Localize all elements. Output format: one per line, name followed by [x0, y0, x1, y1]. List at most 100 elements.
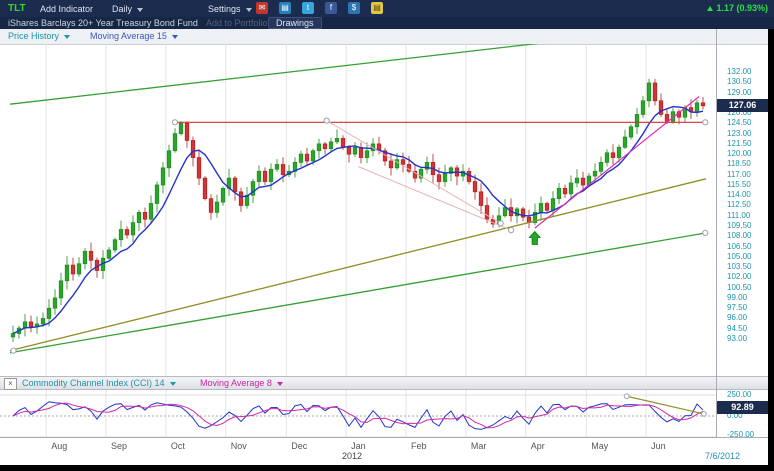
price-tick-label: 115.50	[727, 180, 751, 189]
mail-icon[interactable]: ✉	[256, 2, 268, 14]
up-arrow-annotation[interactable]	[529, 232, 540, 245]
price-tick-label: 118.50	[727, 159, 751, 168]
annotation-handle[interactable]	[703, 120, 708, 125]
cci-ma-label: Moving Average 8	[200, 378, 272, 388]
current-date-label: 7/6/2012	[705, 451, 740, 461]
settings-label: Settings	[208, 4, 241, 14]
price-tick-label: 111.00	[727, 211, 750, 220]
annotation-handle[interactable]	[703, 230, 708, 235]
price-history-label: Price History	[8, 31, 59, 41]
annotation-handle[interactable]	[498, 221, 503, 226]
fund-name: iShares Barclays 20+ Year Treasury Bond …	[8, 18, 198, 28]
stocktwits-icon[interactable]: $	[348, 2, 360, 14]
chevron-down-icon	[172, 35, 178, 39]
last-price-badge: 127.06	[717, 99, 768, 112]
twitter-icon[interactable]: t	[302, 2, 314, 14]
price-tick-label: 97.50	[727, 303, 747, 312]
top-toolbar: TLT Add Indicator Daily Settings ✉▤tf$▤ …	[0, 0, 774, 17]
annotation-handle[interactable]	[172, 120, 177, 125]
toolbar-icons: ✉ ▤ tf $ ▤	[256, 2, 394, 15]
month-label: Nov	[231, 441, 247, 451]
right-frame-strip	[768, 29, 774, 471]
cci-moving-average-line	[13, 403, 703, 428]
moving-average-label: Moving Average 15	[90, 31, 167, 41]
month-label: May	[591, 441, 608, 451]
notes-icon[interactable]: ▤	[371, 2, 383, 14]
price-tick-label: 105.00	[727, 252, 751, 261]
period-dropdown[interactable]: Daily	[112, 4, 143, 14]
annotation-handle[interactable]	[11, 348, 16, 353]
price-tick-label: 94.50	[727, 324, 747, 333]
price-change: 1.17 (0.93%)	[707, 3, 768, 13]
month-label: Feb	[411, 441, 427, 451]
add-indicator-label: Add Indicator	[40, 4, 93, 14]
period-label: Daily	[112, 4, 132, 14]
price-history-dropdown[interactable]: Price History	[8, 31, 70, 41]
price-tick-label: 112.50	[727, 200, 751, 209]
month-label: Aug	[51, 441, 67, 451]
price-axis: 132.00130.50129.00127.50126.00124.50123.…	[717, 44, 768, 376]
price-tick-label: 102.00	[727, 272, 751, 281]
annotation-handle[interactable]	[624, 394, 629, 399]
price-tick-label: 93.00	[727, 334, 747, 343]
month-label: Mar	[471, 441, 487, 451]
chevron-down-icon	[170, 382, 176, 386]
year-label: 2012	[342, 451, 362, 461]
cci-ma-dropdown[interactable]: Moving Average 8	[200, 378, 283, 388]
price-tick-label: 100.50	[727, 283, 751, 292]
up-arrow-icon	[707, 6, 713, 11]
price-tick-label: 124.50	[727, 118, 751, 127]
time-axis: AugSepOctNovDecJanFebMarAprMayJun	[0, 437, 768, 465]
price-tick-label: 120.00	[727, 149, 751, 158]
bottom-frame-strip	[0, 465, 774, 471]
facebook-icon[interactable]: f	[325, 2, 337, 14]
month-label: Jan	[351, 441, 366, 451]
symbol-ticker[interactable]: TLT	[8, 3, 26, 14]
cci-indicator-label: Commodity Channel Index (CCI) 14	[22, 378, 165, 388]
price-tick-label: 96.00	[727, 313, 747, 322]
change-text: 1.17 (0.93%)	[716, 3, 768, 13]
moving-average-dropdown[interactable]: Moving Average 15	[90, 31, 178, 41]
price-chart	[0, 44, 716, 376]
add-to-portfolio-button[interactable]: Add to Portfolio	[206, 18, 268, 28]
close-icon[interactable]: ×	[4, 378, 17, 390]
settings-menu[interactable]: Settings	[208, 4, 252, 14]
month-label: Oct	[171, 441, 185, 451]
annotation-handle[interactable]	[324, 118, 329, 123]
month-label: Dec	[291, 441, 307, 451]
price-tick-label: 117.00	[727, 170, 751, 179]
cci-indicator-dropdown[interactable]: Commodity Channel Index (CCI) 14	[22, 378, 176, 388]
charting-app: TLT Add Indicator Daily Settings ✉▤tf$▤ …	[0, 0, 774, 471]
chevron-down-icon	[246, 8, 252, 12]
symbol-subheader: iShares Barclays 20+ Year Treasury Bond …	[0, 17, 774, 29]
price-tick-label: 130.50	[727, 77, 751, 86]
chevron-down-icon	[277, 382, 283, 386]
month-label: Jun	[651, 441, 666, 451]
wedge-upper-line[interactable]	[327, 121, 501, 224]
chart-icon[interactable]: ▤	[279, 2, 291, 14]
price-tick-label: 132.00	[727, 67, 751, 76]
month-label: Sep	[111, 441, 127, 451]
price-tick-label: 123.00	[727, 129, 751, 138]
support-trendline[interactable]	[10, 179, 706, 351]
price-tick-label: 121.50	[727, 139, 751, 148]
chevron-down-icon	[64, 35, 70, 39]
chevron-down-icon	[137, 8, 143, 12]
drawings-button[interactable]: Drawings	[268, 17, 322, 29]
annotation-handle[interactable]	[509, 228, 514, 233]
annotation-handle[interactable]	[702, 412, 707, 417]
price-tick-label: 106.50	[727, 242, 751, 251]
price-tick-label: 103.50	[727, 262, 751, 271]
candlesticks	[11, 79, 705, 342]
price-tick-label: 99.00	[727, 293, 747, 302]
upper-channel-line[interactable]	[10, 44, 706, 104]
cci-value-badge: 92.89	[717, 401, 768, 414]
price-tick-label: 108.00	[727, 231, 751, 240]
price-tick-label: 114.00	[727, 190, 751, 199]
cci-panel-header: × Commodity Channel Index (CCI) 14 Movin…	[0, 376, 768, 390]
add-indicator-menu[interactable]: Add Indicator	[40, 4, 93, 14]
wedge-lower-line[interactable]	[358, 166, 511, 230]
lower-channel-line[interactable]	[10, 233, 706, 353]
rally-trendline[interactable]	[535, 97, 699, 228]
cci-tick-label: 250.00	[727, 390, 751, 399]
